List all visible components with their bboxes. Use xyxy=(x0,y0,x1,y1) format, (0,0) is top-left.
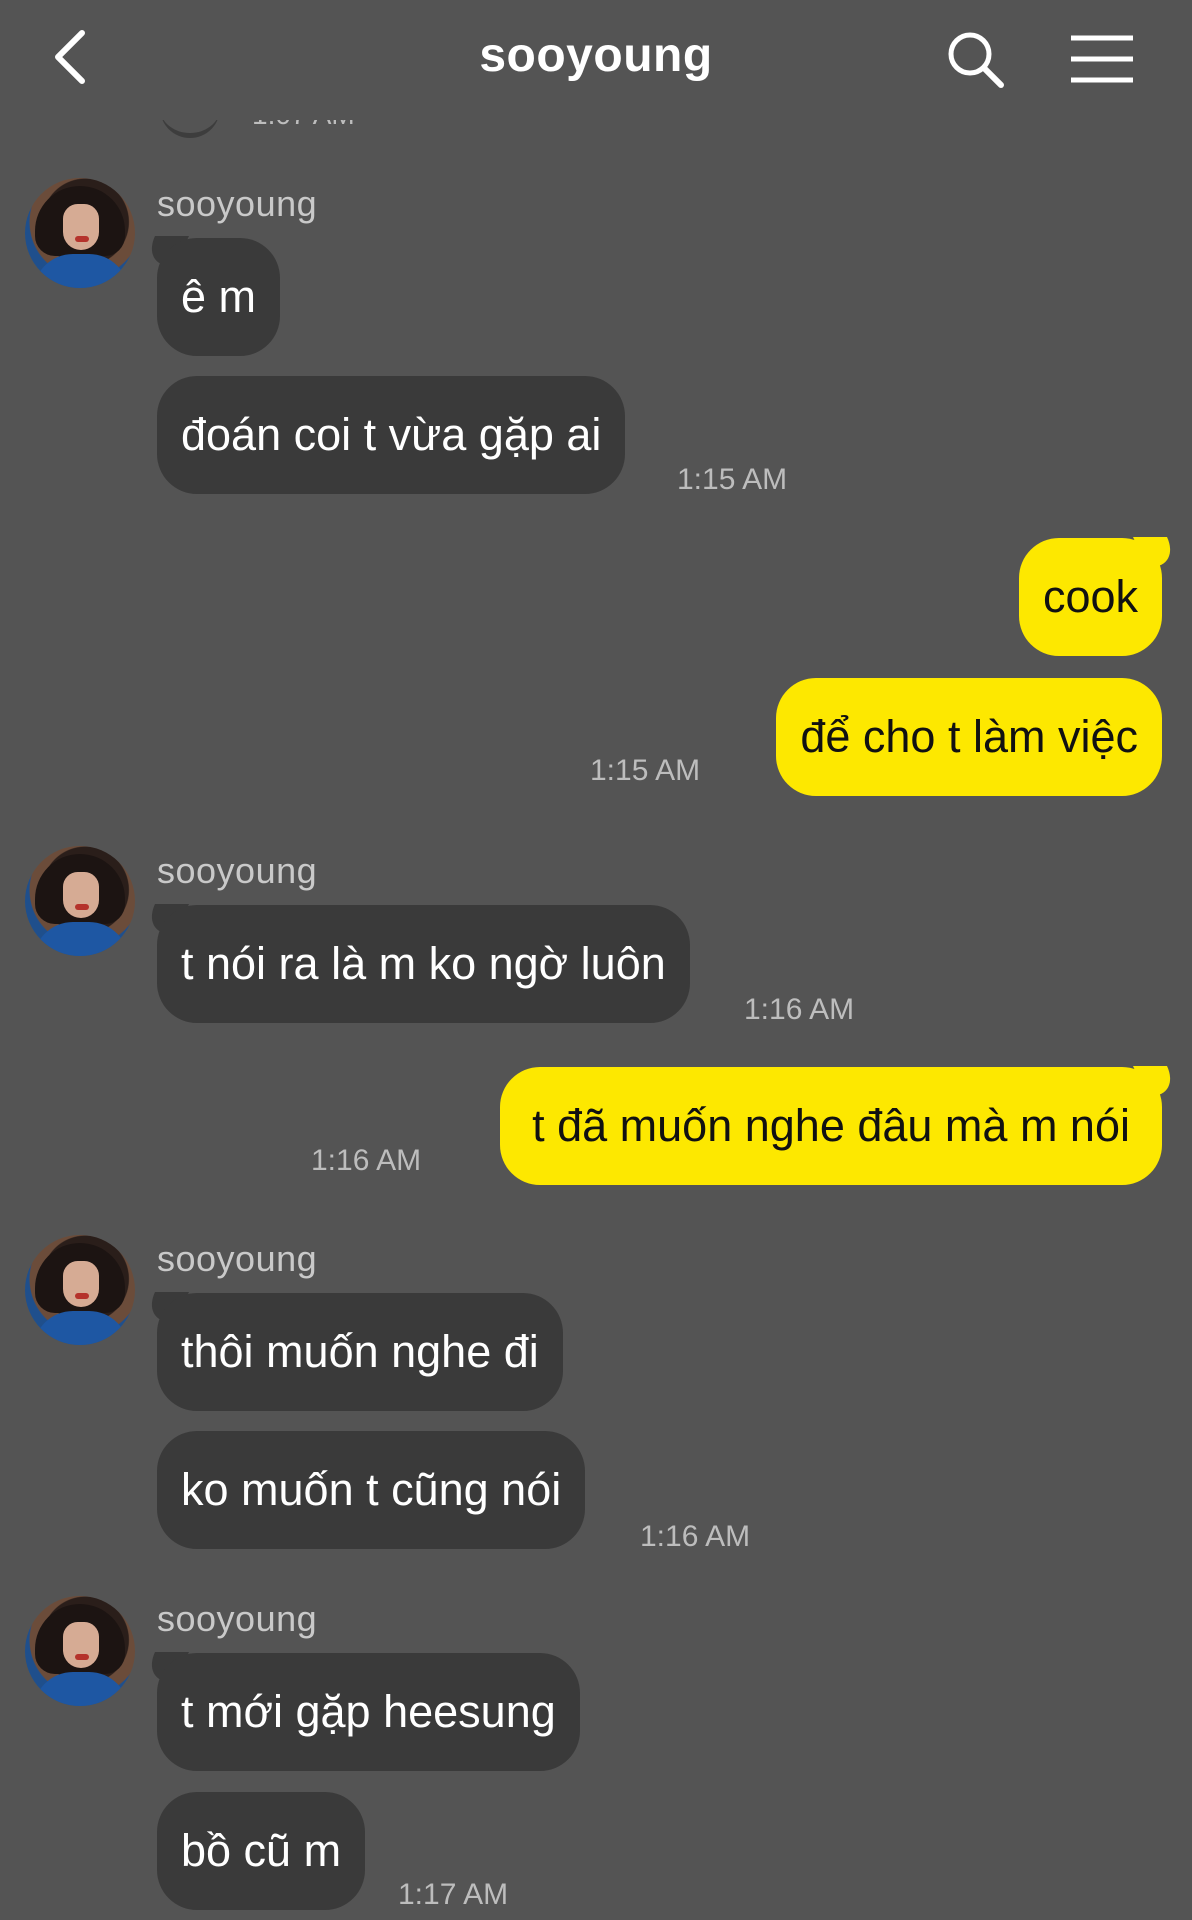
sender-name: sooyoung xyxy=(157,1598,318,1639)
message-bubble[interactable]: cook xyxy=(1018,538,1162,656)
message-time: 1:17 AM xyxy=(398,1878,509,1911)
menu-button[interactable] xyxy=(1064,24,1140,94)
chat-title: sooyoung xyxy=(479,29,713,82)
message-time: 1:16 AM xyxy=(311,1144,422,1177)
avatar[interactable] xyxy=(25,178,135,288)
message-bubble[interactable]: đoán coi t vừa gặp ai xyxy=(157,376,626,494)
message-time: 1:15 AM xyxy=(590,754,701,787)
search-button[interactable] xyxy=(940,24,1010,94)
message-bubble[interactable]: t nói ra là m ko ngờ luôn xyxy=(157,905,690,1023)
search-icon xyxy=(948,32,1004,88)
message-time: 1:16 AM xyxy=(744,993,855,1026)
message-bubble[interactable]: ê m xyxy=(157,238,281,356)
message-bubble[interactable]: thôi muốn nghe đi xyxy=(157,1293,563,1411)
avatar[interactable] xyxy=(25,1235,135,1345)
message-bubble[interactable]: bồ cũ m xyxy=(157,1792,366,1910)
message-bubble[interactable]: để cho t làm việc xyxy=(776,678,1162,796)
message-bubble[interactable]: t mới gặp heesung xyxy=(157,1653,580,1771)
chat-header: sooyoung xyxy=(0,0,1192,120)
avatar[interactable] xyxy=(25,1596,135,1706)
sender-name: sooyoung xyxy=(157,1238,318,1279)
message-time: 1:15 AM xyxy=(677,463,788,496)
sender-name: sooyoung xyxy=(157,850,318,891)
sender-name: sooyoung xyxy=(157,183,318,224)
message-bubble[interactable]: t đã muốn nghe đâu mà m nói xyxy=(500,1067,1162,1185)
message-time: 1:16 AM xyxy=(640,1520,751,1553)
hamburger-menu-icon xyxy=(1071,35,1133,83)
message-bubble[interactable]: ko muốn t cũng nói xyxy=(157,1431,586,1549)
avatar[interactable] xyxy=(25,846,135,956)
